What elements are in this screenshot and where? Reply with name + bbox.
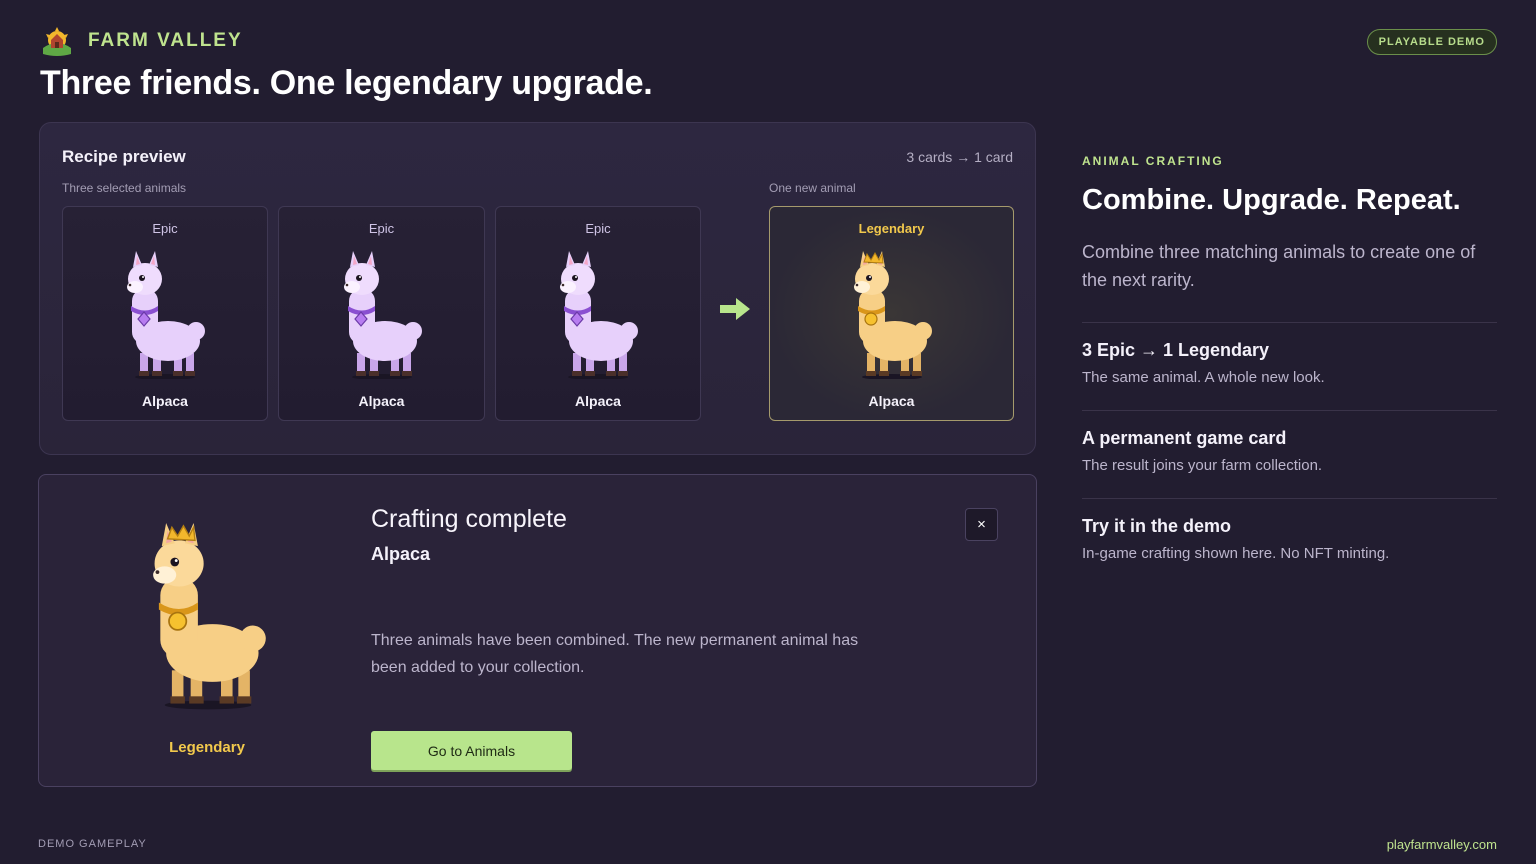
playable-demo-badge: PLAYABLE DEMO [1366, 29, 1497, 55]
feature-title: A permanent game card [1082, 428, 1287, 448]
side-description: Combine three matching animals to create… [1082, 242, 1476, 290]
feature-title: 3 Epic → 1 Legendary [1082, 340, 1270, 360]
dialog-description: Three animals have been combined. The ne… [371, 632, 859, 676]
dialog-title: Crafting complete [371, 505, 567, 533]
input-card[interactable]: Epic Alpaca [62, 206, 268, 421]
footer-website-link[interactable]: playfarmvalley.com [1387, 837, 1497, 852]
card-rarity: Epic [585, 221, 611, 236]
card-name: Alpaca [868, 393, 915, 409]
feature-description: The same animal. A whole new look. [1082, 369, 1325, 386]
feature-item: Try it in the demo In-game crafting show… [1082, 498, 1497, 562]
footer-label: DEMO GAMEPLAY [38, 838, 147, 850]
crafting-complete-dialog: Legendary Crafting complete Alpaca Three… [38, 474, 1037, 787]
output-card[interactable]: Legendary Alpaca [769, 206, 1014, 421]
alpaca-epic-image [559, 250, 639, 379]
alpaca-epic-image [342, 250, 423, 379]
feature-item: 3 Epic → 1 Legendary The same animal. A … [1082, 322, 1497, 386]
brand[interactable]: FARM VALLEY [40, 24, 243, 58]
input-card[interactable]: Epic Alpaca [495, 206, 701, 421]
result-rarity: Legendary [169, 739, 245, 756]
feature-description: In-game crafting shown here. No NFT mint… [1082, 545, 1390, 562]
card-name: Alpaca [358, 393, 405, 409]
card-name: Alpaca [575, 393, 621, 409]
side-eyebrow: ANIMAL CRAFTING [1082, 154, 1224, 168]
feature-title: Try it in the demo [1082, 516, 1232, 536]
card-name: Alpaca [142, 393, 188, 409]
farm-valley-logo-icon [43, 27, 71, 56]
recipe-preview-panel: Recipe preview 3 cards → 1 card Three se… [39, 122, 1036, 455]
recipe-title: Recipe preview [62, 147, 186, 166]
recipe-count: 3 cards → 1 card [906, 149, 1013, 165]
brand-name: FARM VALLEY [88, 30, 243, 51]
result-animal-name: Alpaca [371, 544, 431, 564]
alpaca-legendary-image [852, 250, 933, 379]
output-label: One new animal [769, 181, 856, 195]
alpaca-epic-image [126, 250, 206, 379]
go-to-animals-button[interactable]: Go to Animals [371, 731, 572, 770]
inputs-label: Three selected animals [62, 181, 187, 195]
card-rarity: Epic [152, 221, 178, 236]
feature-description: The result joins your farm collection. [1082, 457, 1323, 474]
card-rarity: Epic [368, 221, 395, 236]
close-button[interactable]: × [965, 508, 998, 541]
card-rarity: Legendary [858, 221, 925, 236]
arrow-right-icon [720, 298, 750, 320]
alpaca-legendary-image [152, 522, 267, 711]
input-card[interactable]: Epic Alpaca [278, 206, 485, 421]
feature-item: A permanent game card The result joins y… [1082, 410, 1497, 474]
side-title: Combine. Upgrade. Repeat. [1082, 184, 1461, 216]
page-headline: Three friends. One legendary upgrade. [40, 64, 653, 102]
